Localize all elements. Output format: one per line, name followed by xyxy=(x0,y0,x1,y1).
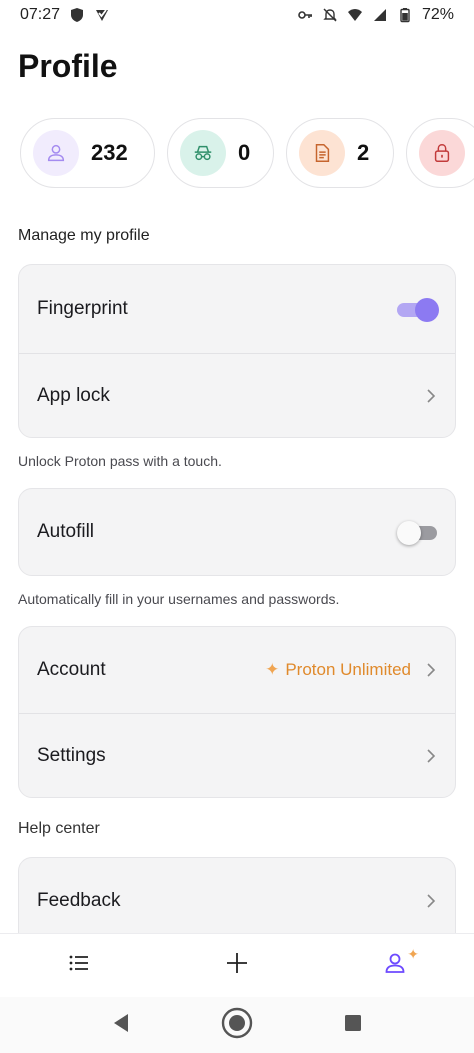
plan-badge: ✦ Proton Unlimited xyxy=(265,660,411,680)
back-icon[interactable] xyxy=(104,1006,138,1045)
fingerprint-row[interactable]: Fingerprint xyxy=(19,265,455,353)
autofill-hint: Automatically fill in your usernames and… xyxy=(18,591,340,607)
unlock-hint: Unlock Proton pass with a touch. xyxy=(18,453,222,469)
autofill-row[interactable]: Autofill xyxy=(19,489,455,575)
settings-row[interactable]: Settings xyxy=(19,713,455,797)
security-card: Fingerprint App lock xyxy=(18,264,456,438)
user-icon xyxy=(33,130,79,176)
account-row[interactable]: Account ✦ Proton Unlimited xyxy=(19,627,455,713)
nav-profile-button[interactable]: ✦ xyxy=(365,942,425,990)
profile-icon xyxy=(382,950,408,981)
plan-label: Proton Unlimited xyxy=(285,660,411,679)
feedback-row[interactable]: Feedback xyxy=(19,858,455,944)
counter-aliases-value: 0 xyxy=(238,140,251,165)
chevron-right-icon xyxy=(425,662,437,678)
signal-icon xyxy=(372,7,388,23)
vpn-check-icon xyxy=(94,7,110,23)
incognito-icon xyxy=(180,130,226,176)
battery-icon xyxy=(397,7,413,23)
autofill-toggle[interactable] xyxy=(397,521,437,545)
status-bar: 07:27 72% xyxy=(0,0,474,30)
nav-create-button[interactable] xyxy=(207,942,267,990)
status-time: 07:27 xyxy=(20,6,61,23)
fingerprint-label: Fingerprint xyxy=(37,298,128,319)
app-lock-label: App lock xyxy=(37,385,110,406)
counter-notes-value: 2 xyxy=(357,140,370,165)
fingerprint-toggle[interactable] xyxy=(397,298,439,322)
counter-notes[interactable]: 2 xyxy=(286,118,394,188)
page-title: Profile xyxy=(18,48,118,84)
list-icon xyxy=(66,950,92,981)
recents-icon[interactable] xyxy=(336,1006,370,1045)
settings-label: Settings xyxy=(37,745,106,766)
plus-icon xyxy=(224,950,250,981)
item-counters: 232 0 2 xyxy=(20,118,474,188)
counter-locked[interactable] xyxy=(406,118,474,188)
shield-icon xyxy=(69,7,85,23)
sparkle-icon: ✦ xyxy=(265,660,280,679)
system-navigation xyxy=(0,997,474,1053)
counter-aliases[interactable]: 0 xyxy=(167,118,274,188)
account-label: Account xyxy=(37,659,106,680)
section-manage-profile: Manage my profile xyxy=(18,227,150,244)
counter-items-value: 232 xyxy=(91,140,128,165)
app-lock-row[interactable]: App lock xyxy=(19,353,455,437)
section-help-center: Help center xyxy=(18,820,100,837)
battery-percent: 72% xyxy=(421,6,454,23)
bottom-navigation: ✦ xyxy=(0,933,474,997)
wifi-icon xyxy=(347,7,363,23)
chevron-right-icon xyxy=(425,893,437,909)
chevron-right-icon xyxy=(425,748,437,764)
sparkle-icon: ✦ xyxy=(407,945,419,962)
key-icon xyxy=(297,7,313,23)
mute-icon xyxy=(322,7,338,23)
feedback-label: Feedback xyxy=(37,890,121,911)
lock-icon xyxy=(419,130,465,176)
autofill-label: Autofill xyxy=(37,521,95,542)
account-card: Account ✦ Proton Unlimited Settings xyxy=(18,626,456,798)
autofill-card: Autofill xyxy=(18,488,456,576)
counter-items[interactable]: 232 xyxy=(20,118,155,188)
home-icon[interactable] xyxy=(220,1006,254,1045)
note-icon xyxy=(299,130,345,176)
chevron-right-icon xyxy=(425,388,437,404)
nav-items-button[interactable] xyxy=(49,942,109,990)
